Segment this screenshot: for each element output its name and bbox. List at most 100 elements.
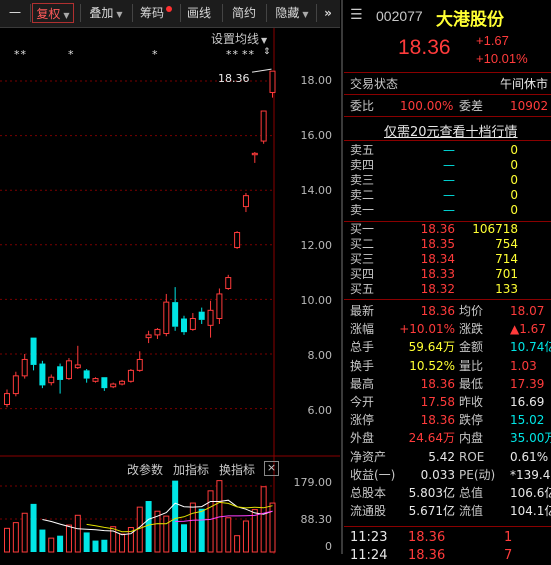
stat-value: 106.6亿: [510, 486, 551, 500]
weicha-value: 10902: [510, 99, 549, 113]
stat-label: 收益(一): [350, 467, 396, 482]
stat-label: 总手: [350, 340, 375, 355]
section-divider: [344, 526, 551, 527]
candle-body: [39, 363, 46, 386]
toolbar-item-period[interactable]: 一: [4, 3, 26, 23]
toolbar-label: 复权: [36, 7, 61, 21]
overlay-button[interactable]: 叠加 ▼: [84, 3, 128, 23]
volume-bar: [145, 501, 152, 552]
volume-bar: [74, 514, 81, 553]
toolbar-label: 一: [8, 6, 21, 20]
stat-row: 净资产 5.42 ROE 0.61%: [344, 448, 551, 466]
candle-body: [251, 152, 258, 156]
simple-mode-button[interactable]: 简约: [228, 3, 260, 23]
volume-bar: [119, 533, 126, 553]
candle-body: [198, 311, 205, 320]
weibi-label: 委比: [350, 99, 375, 113]
candle-body: [57, 366, 64, 380]
stat-label: PE(动): [459, 467, 496, 482]
chart-marker: **: [14, 48, 27, 61]
stat-label: 涨停: [350, 413, 375, 428]
stat-label: 换手: [350, 358, 375, 373]
stat-row: 收益(一) 0.033 PE(动) *139.49: [344, 466, 551, 484]
y-tick-label: 16.00: [300, 129, 333, 142]
bid-row: 买五 18.32 133: [344, 282, 551, 297]
panel-divider: [341, 0, 343, 554]
candle-body: [136, 358, 143, 371]
stat-value: ▲1.67: [510, 322, 546, 337]
y-tick-label: 12.00: [300, 239, 333, 252]
restore-rights-button[interactable]: 复权 ▼: [32, 3, 74, 23]
stat-label: 净资产: [350, 449, 387, 464]
stat-value: 17.58: [420, 395, 455, 409]
expand-nav-icon[interactable]: »: [318, 3, 338, 23]
book-volume: 133: [495, 282, 518, 296]
bid-row: 买一 18.36 106718: [344, 222, 551, 237]
volume-bar: [101, 539, 108, 552]
tick-row: 11:23 18.36 1: [344, 529, 551, 547]
draw-line-button[interactable]: 画线: [184, 3, 214, 23]
candle-body: [74, 364, 81, 369]
stat-value: 18.36: [420, 376, 455, 391]
book-volume: 0: [510, 173, 518, 187]
chart-marker: *: [68, 48, 74, 61]
y-tick-label: 6.00: [307, 404, 333, 417]
stat-row: 最高 18.36 最低 17.39: [344, 375, 551, 393]
trade-status-row: 交易状态 午间休市: [344, 76, 551, 92]
volume-bar: [21, 512, 28, 553]
toolbar-label: 筹码: [139, 6, 164, 20]
y-tick-label: 10.00: [300, 294, 333, 307]
candle-body: [234, 232, 241, 249]
tick-row: 11:24 18.36 7: [344, 547, 551, 565]
toolbar-label: 简约: [231, 6, 256, 20]
weibi-value: 100.00%: [400, 99, 454, 113]
hide-button[interactable]: 隐藏 ▼: [270, 3, 314, 23]
candle-body: [145, 334, 152, 339]
candle-body: [30, 337, 37, 365]
volume-bar: [269, 502, 276, 553]
book-price: —: [443, 188, 455, 202]
add-indicator-button[interactable]: 加指标: [173, 461, 209, 478]
candle-body: [83, 370, 90, 379]
switch-indicator-button[interactable]: 换指标: [219, 461, 255, 478]
tick-time: 11:24: [350, 548, 388, 563]
toolbar-label: 隐藏: [275, 6, 300, 20]
volume-bar: [154, 510, 161, 553]
tick-price: 18.36: [408, 548, 446, 563]
toolbar-label: 画线: [186, 6, 211, 20]
stat-value: 1.03: [510, 358, 537, 373]
book-level-label: 买三: [350, 252, 375, 266]
trade-status-value: 午间休市: [500, 77, 549, 91]
quote-panel: ☰ 002077 大港股份 18.36 +1.67 +10.01% 交易状态 午…: [344, 0, 551, 563]
toolbar-divider: [266, 4, 267, 22]
book-level-label: 卖一: [350, 203, 375, 217]
toolbar-divider: [132, 4, 133, 22]
chart-marker: **: [226, 48, 239, 61]
edit-params-button[interactable]: 改参数: [127, 461, 163, 478]
chips-button[interactable]: 筹码: [136, 3, 176, 23]
stat-value: 10.52%: [409, 358, 455, 373]
last-price-pointer: [251, 68, 272, 73]
volume-bar: [163, 515, 170, 553]
price-change: +1.67: [476, 33, 509, 48]
volume-bar: [92, 540, 99, 552]
bid-row: 买四 18.33 701: [344, 267, 551, 282]
stat-value: 0.033: [420, 467, 455, 482]
ma-settings-button[interactable]: 设置均线 ▼: [211, 30, 267, 47]
candle-body: [269, 70, 276, 93]
stat-value: 5.42: [428, 449, 455, 464]
stock-name: 大港股份: [436, 10, 504, 30]
stat-label: 总股本: [350, 486, 387, 500]
level2-promo-link[interactable]: 仅需20元查看十档行情: [384, 121, 518, 140]
list-icon[interactable]: ☰: [350, 7, 363, 23]
book-price: —: [443, 143, 455, 157]
kline-chart[interactable]: 设置均线 ▼ ** * * ** ** ⇕ 18.36 18.00 16.00 1…: [0, 28, 340, 554]
stat-label: 最低: [459, 376, 484, 391]
book-level-label: 买二: [350, 237, 375, 251]
close-indicator-icon[interactable]: ×: [264, 461, 279, 476]
book-price: —: [443, 203, 455, 217]
stat-label: 今开: [350, 395, 375, 409]
book-price: 18.35: [420, 237, 455, 251]
stat-row: 今开 17.58 昨收 16.69: [344, 393, 551, 411]
stat-label: 最高: [350, 376, 375, 391]
